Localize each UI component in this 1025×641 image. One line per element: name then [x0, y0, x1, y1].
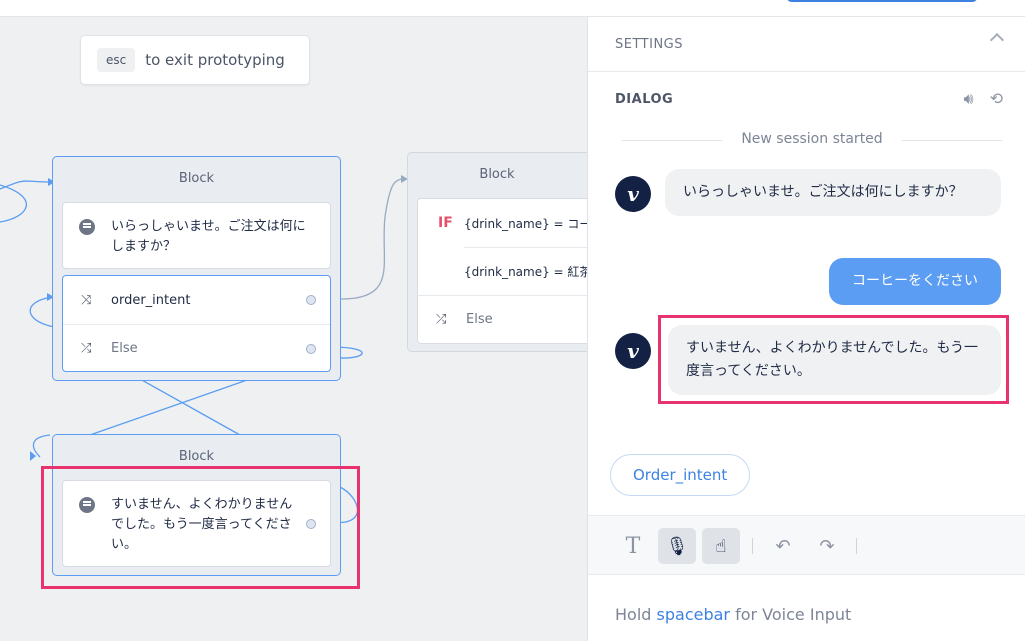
- voice-suffix: for Voice Input: [735, 605, 852, 624]
- voice-input-hint: Hold spacebar for Voice Input: [615, 605, 851, 624]
- redo-icon[interactable]: ↷: [808, 528, 846, 564]
- mic-icon[interactable]: 🎙︎: [658, 528, 696, 564]
- block-greeting[interactable]: Block いらっしゃいませ。ご注文は何にしますか？ ⤨ order_inten…: [52, 156, 341, 381]
- port-else[interactable]: [306, 343, 316, 354]
- else-row[interactable]: ⤮ Else: [418, 295, 587, 343]
- settings-header[interactable]: SETTINGS: [588, 17, 1025, 71]
- spacebar-key: spacebar: [656, 605, 730, 624]
- toolbar-divider: [752, 538, 753, 554]
- else-label: Else: [466, 312, 493, 327]
- speak-text: いらっしゃいませ。ご注文は何にしますか？: [111, 219, 306, 254]
- esc-key: esc: [97, 48, 136, 72]
- port-order-intent[interactable]: [306, 295, 316, 305]
- if-keyword: IF: [438, 215, 453, 231]
- prototype-panel: SETTINGS DIALOG 🔊︎ ⟲ New session started…: [587, 17, 1025, 641]
- undo-icon[interactable]: ↶: [764, 528, 802, 564]
- intent-label: order_intent: [111, 292, 191, 308]
- dialog-actions: 🔊︎ ⟲: [964, 89, 1004, 109]
- settings-label: SETTINGS: [615, 36, 684, 52]
- touch-icon[interactable]: ☝: [702, 528, 740, 564]
- suggestion-chip[interactable]: Order_intent: [610, 454, 751, 496]
- else-icon: ⤮: [436, 312, 447, 327]
- condition-row-1[interactable]: IF {drink_name} = コー: [418, 199, 587, 247]
- block-condition[interactable]: Block IF {drink_name} = コー {drink_name} …: [407, 152, 587, 352]
- interaction-step[interactable]: ⤨ order_intent ⤮ Else: [62, 275, 331, 372]
- speak-icon: [79, 219, 95, 235]
- text-mode-icon[interactable]: T: [614, 528, 652, 564]
- top-action-button[interactable]: [786, 0, 978, 2]
- input-toolbar: T 🎙︎ ☝ ↶ ↷: [588, 515, 1025, 575]
- speaker-icon[interactable]: 🔊︎: [964, 89, 974, 109]
- top-bar: [0, 0, 1025, 17]
- esc-hint-text: to exit prototyping: [145, 51, 285, 69]
- condition-row-2[interactable]: {drink_name} = 紅茶: [464, 247, 587, 295]
- highlight-fallback-step: [41, 466, 360, 589]
- user-message: コーヒーをください: [829, 258, 1001, 305]
- highlight-bot-message: [658, 315, 1009, 404]
- else-icon: ⤮: [81, 341, 92, 356]
- bot-avatar: v: [615, 176, 651, 212]
- voice-prefix: Hold: [615, 605, 652, 624]
- intent-icon: ⤨: [81, 292, 92, 308]
- flow-canvas[interactable]: esc to exit prototyping Block いらっしゃいませ。ご…: [0, 17, 587, 641]
- exit-prototype-hint: esc to exit prototyping: [80, 35, 310, 85]
- reset-icon[interactable]: ⟲: [990, 89, 1003, 109]
- speak-step-greeting[interactable]: いらっしゃいませ。ご注文は何にしますか？: [62, 202, 331, 269]
- dialog-header: DIALOG: [588, 72, 1025, 126]
- else-row[interactable]: ⤮ Else: [63, 324, 330, 372]
- session-divider: New session started: [622, 131, 1002, 147]
- chevron-up-icon[interactable]: [989, 32, 1005, 48]
- block-title: Block: [178, 171, 215, 186]
- dialog-label: DIALOG: [615, 91, 674, 107]
- block-title: Block: [479, 167, 515, 182]
- else-label: Else: [111, 341, 138, 356]
- bot-message: いらっしゃいませ。ご注文は何にしますか？: [665, 169, 1001, 216]
- toolbar-divider: [856, 538, 857, 554]
- bot-avatar: v: [615, 333, 651, 369]
- condition-text: {drink_name} = 紅茶: [464, 265, 587, 279]
- intent-row-order[interactable]: ⤨ order_intent: [63, 276, 330, 324]
- condition-text: {drink_name} = コー: [464, 216, 587, 231]
- if-step[interactable]: IF {drink_name} = コー {drink_name} = 紅茶 ⤮…: [417, 198, 587, 344]
